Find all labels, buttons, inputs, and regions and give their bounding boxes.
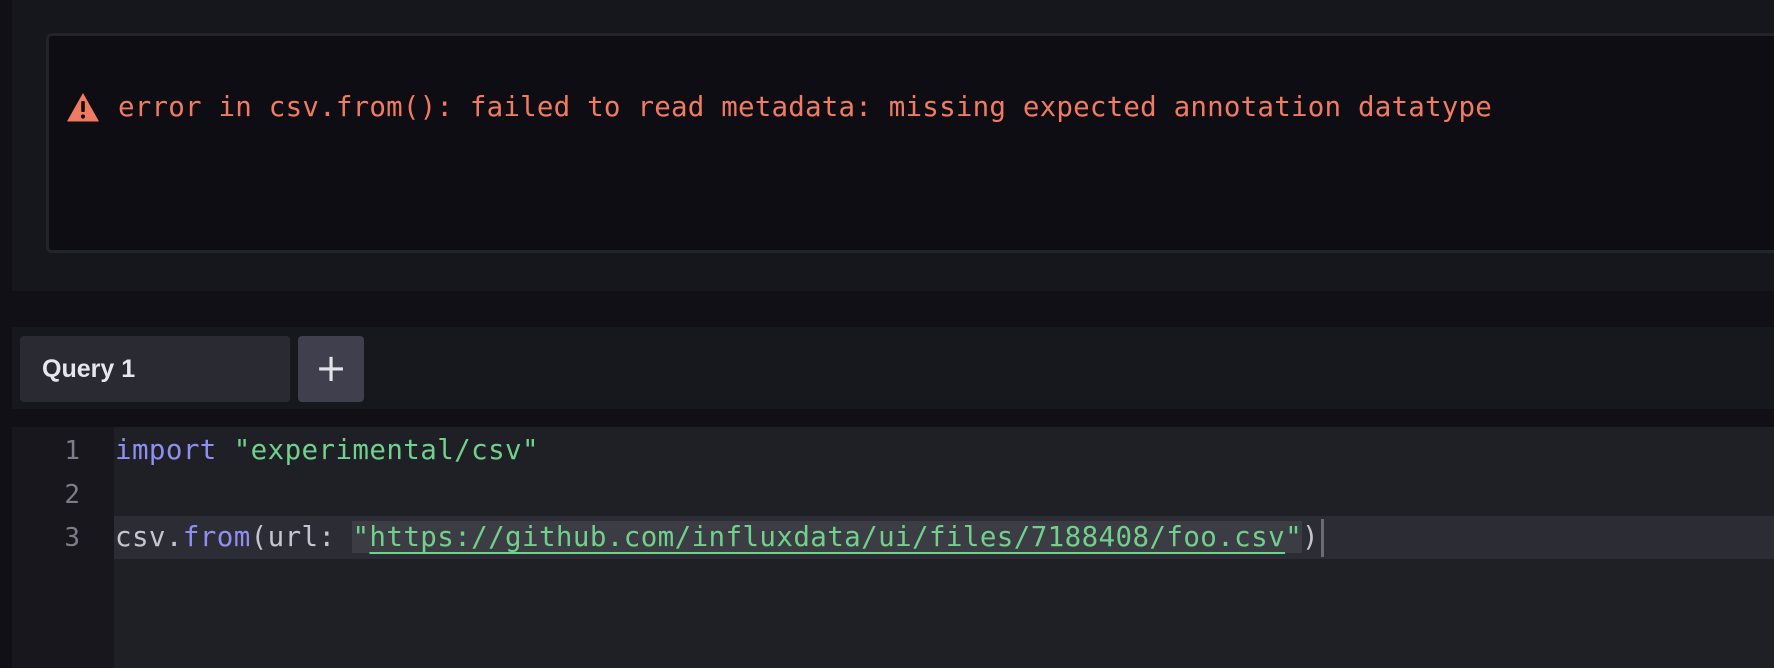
code-line-1[interactable]: import "experimental/csv" [115, 430, 539, 470]
page: error in csv.from(): failed to read meta… [0, 0, 1774, 668]
code-line-3[interactable]: csv.from(url: "https://github.com/influx… [115, 517, 1324, 557]
function-token: from [182, 521, 251, 553]
add-query-button[interactable]: + [298, 336, 364, 402]
open-paren-token: ( [250, 521, 268, 553]
error-message-text: error in csv.from(): failed to read meta… [118, 91, 1493, 123]
close-paren-token: ) [1302, 521, 1319, 553]
tab-query-1[interactable]: Query 1 [20, 336, 290, 402]
line-number: 3 [64, 523, 80, 553]
text-cursor [1321, 519, 1324, 557]
line-number: 2 [64, 480, 80, 510]
selected-url-string: "https://github.com/influxdata/ui/files/… [352, 521, 1303, 553]
tab-label: Query 1 [42, 355, 136, 383]
error-message-box [46, 33, 1774, 253]
keyword-token: import [115, 434, 217, 466]
dot-token: . [165, 521, 183, 553]
quote-close-token: " [1285, 521, 1303, 553]
warning-triangle-icon [67, 93, 99, 122]
object-token: csv [115, 521, 166, 553]
plus-icon: + [315, 346, 347, 390]
quote-open-token: " [352, 521, 370, 553]
url-link[interactable]: https://github.com/influxdata/ui/files/7… [369, 521, 1285, 553]
param-token: url: [267, 521, 353, 553]
line-number: 1 [64, 436, 80, 466]
string-token: "experimental/csv" [233, 434, 539, 466]
